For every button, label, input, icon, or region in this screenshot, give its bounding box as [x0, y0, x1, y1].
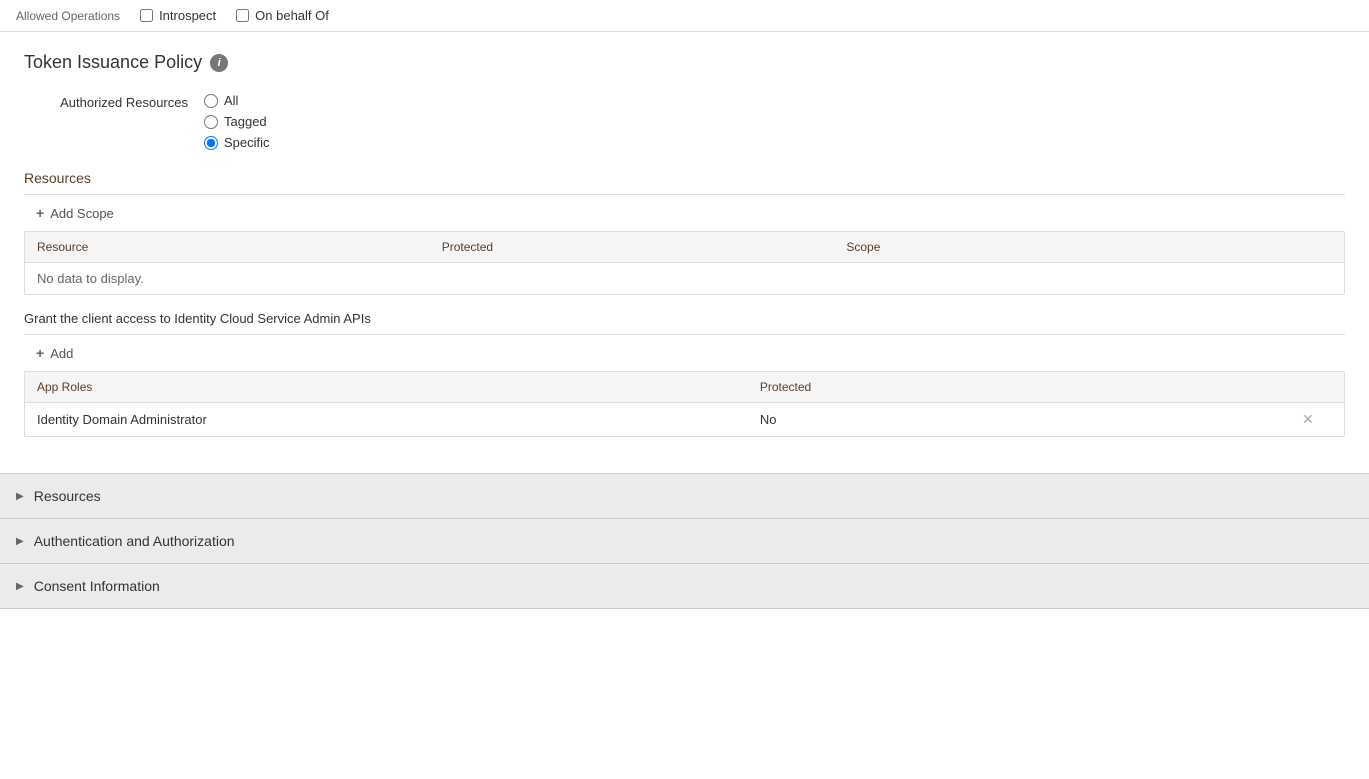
- section-title-row: Token Issuance Policy i: [24, 52, 1345, 73]
- authorized-resources-row: Authorized Resources All Tagged Specific: [24, 93, 1345, 150]
- app-roles-table: App Roles Protected Identity Domain Admi…: [24, 371, 1345, 437]
- collapsible-auth-label: Authentication and Authorization: [34, 533, 235, 549]
- radio-tagged-input[interactable]: [204, 115, 218, 129]
- radio-all[interactable]: All: [204, 93, 270, 108]
- radio-specific-input[interactable]: [204, 136, 218, 150]
- radio-specific[interactable]: Specific: [204, 135, 270, 150]
- app-role-protected: No: [760, 412, 1302, 427]
- collapsible-consent[interactable]: ▶ Consent Information: [0, 564, 1369, 609]
- divider-2: [24, 334, 1345, 335]
- app-role-name: Identity Domain Administrator: [37, 412, 760, 427]
- resources-heading: Resources: [24, 170, 1345, 186]
- on-behalf-of-label[interactable]: On behalf Of: [255, 8, 329, 23]
- top-bar: Allowed Operations Introspect On behalf …: [0, 0, 1369, 32]
- col-header-protected: Protected: [442, 240, 847, 254]
- chevron-resources-icon: ▶: [16, 491, 24, 502]
- on-behalf-of-group: On behalf Of: [236, 8, 329, 23]
- token-issuance-title: Token Issuance Policy: [24, 52, 202, 73]
- collapsible-sections: ▶ Resources ▶ Authentication and Authori…: [0, 473, 1369, 609]
- col-header-app-roles: App Roles: [37, 380, 760, 394]
- app-roles-table-header: App Roles Protected: [25, 372, 1344, 403]
- col-header-action: [1302, 380, 1332, 394]
- authorized-resources-options: All Tagged Specific: [204, 93, 270, 150]
- resources-section: Resources + Add Scope Resource Protected…: [24, 170, 1345, 295]
- add-scope-icon: +: [36, 205, 44, 221]
- radio-all-input[interactable]: [204, 94, 218, 108]
- introspect-group: Introspect: [140, 8, 216, 23]
- add-button[interactable]: + Add: [24, 335, 85, 371]
- col-header-resource: Resource: [37, 240, 442, 254]
- chevron-consent-icon: ▶: [16, 581, 24, 592]
- grant-heading: Grant the client access to Identity Clou…: [24, 311, 1345, 326]
- no-data-row: No data to display.: [25, 263, 1344, 294]
- resources-table: Resource Protected Scope No data to disp…: [24, 231, 1345, 295]
- add-icon: +: [36, 345, 44, 361]
- resources-table-header: Resource Protected Scope: [25, 232, 1344, 263]
- authorized-resources-label: Authorized Resources: [24, 93, 204, 110]
- collapsible-resources-label: Resources: [34, 488, 101, 504]
- col-header-app-protected: Protected: [760, 380, 1302, 394]
- app-roles-row-0: Identity Domain Administrator No ✕: [25, 403, 1344, 436]
- introspect-checkbox[interactable]: [140, 9, 153, 22]
- allowed-operations-label: Allowed Operations: [16, 9, 120, 23]
- collapsible-resources[interactable]: ▶ Resources: [0, 474, 1369, 519]
- collapsible-auth[interactable]: ▶ Authentication and Authorization: [0, 519, 1369, 564]
- main-content: Token Issuance Policy i Authorized Resou…: [0, 32, 1369, 473]
- col-header-scope: Scope: [846, 240, 1332, 254]
- radio-tagged[interactable]: Tagged: [204, 114, 270, 129]
- divider-1: [24, 194, 1345, 195]
- introspect-label[interactable]: Introspect: [159, 8, 216, 23]
- on-behalf-of-checkbox[interactable]: [236, 9, 249, 22]
- add-scope-button[interactable]: + Add Scope: [24, 195, 126, 231]
- collapsible-consent-label: Consent Information: [34, 578, 160, 594]
- grant-section: Grant the client access to Identity Clou…: [24, 311, 1345, 437]
- info-icon[interactable]: i: [210, 54, 228, 72]
- no-data-text: No data to display.: [37, 271, 144, 286]
- chevron-auth-icon: ▶: [16, 536, 24, 547]
- delete-row-icon[interactable]: ✕: [1302, 411, 1314, 427]
